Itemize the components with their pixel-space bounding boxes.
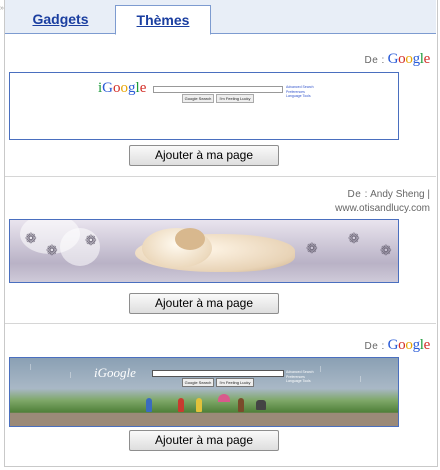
preview-search-button: Google Search <box>182 94 214 103</box>
theme-author: De : Andy Sheng | www.otisandlucy.com <box>320 188 430 216</box>
preview-search-box <box>153 86 283 93</box>
preview-logo: iGoogle <box>94 365 136 380</box>
author-prefix: De : <box>364 341 385 352</box>
cartoon-figure <box>256 400 266 410</box>
paw-print-icon: ❁ <box>306 240 318 256</box>
preview-links: Advanced Search Preferences Language Too… <box>286 370 314 384</box>
cartoon-figure <box>218 394 230 402</box>
author-url[interactable]: www.otisandlucy.com <box>320 202 430 216</box>
rain-drop <box>320 366 321 372</box>
add-to-page-button[interactable]: Ajouter à ma page <box>129 145 279 166</box>
author-prefix: De : <box>364 55 385 66</box>
paw-print-icon: ❁ <box>348 230 360 246</box>
preview-logo: iGoogle <box>98 80 147 96</box>
preview-search-button: Google Search <box>182 378 214 387</box>
paw-print-icon: ❁ <box>380 242 392 258</box>
theme-preview[interactable]: iGoogle Google Search I'm Feeling Lucky … <box>9 357 399 427</box>
edge-mark: » <box>0 5 4 12</box>
theme-author: De : Google <box>364 338 430 354</box>
cartoon-figure <box>196 398 202 412</box>
preview-lucky-button: I'm Feeling Lucky <box>216 378 254 387</box>
add-to-page-button[interactable]: Ajouter à ma page <box>129 293 279 314</box>
cartoon-figure <box>238 398 244 412</box>
preview-link: Advanced Search <box>286 370 314 374</box>
theme-preview[interactable]: ❁ ❁ ❁ ❁ ❁ ❁ <box>9 219 399 283</box>
cartoon-figure <box>178 398 184 412</box>
preview-link: Language Tools <box>286 379 311 383</box>
author-prefix: De : <box>347 189 368 200</box>
paw-print-icon: ❁ <box>85 232 97 248</box>
rain-drop <box>70 372 71 378</box>
theme-preview[interactable]: iGoogle Google Search I'm Feeling Lucky … <box>9 72 399 140</box>
tab-gadgets[interactable]: Gadgets <box>13 6 108 32</box>
preview-lucky-button: I'm Feeling Lucky <box>216 94 254 103</box>
theme-item: De : Andy Sheng | www.otisandlucy.com ❁ … <box>5 177 436 323</box>
google-logo: Google <box>387 51 431 67</box>
theme-author: De : Google <box>364 52 430 68</box>
add-to-page-button[interactable]: Ajouter à ma page <box>129 430 279 451</box>
paw-print-icon: ❁ <box>46 242 58 258</box>
cartoon-figure <box>146 398 152 412</box>
tab-themes[interactable]: Thèmes <box>115 5 211 35</box>
rain-drop <box>360 376 361 382</box>
theme-item: De : Google iGoogle Google Search I'm Fe… <box>5 34 436 176</box>
preview-search-box <box>152 370 284 377</box>
theme-item: De : Google iGoogle Google Search I'm Fe… <box>5 324 436 464</box>
preview-link: Language Tools <box>286 94 311 98</box>
rain-drop <box>30 364 31 370</box>
puppy-ear <box>175 228 205 250</box>
preview-links: Advanced Search Preferences Language Too… <box>286 85 314 99</box>
author-name: Andy Sheng | <box>370 189 430 200</box>
paw-print-icon: ❁ <box>25 230 37 246</box>
google-logo: Google <box>387 337 431 353</box>
tab-bar: Gadgets Thèmes <box>5 0 436 35</box>
preview-link: Advanced Search <box>286 85 314 89</box>
